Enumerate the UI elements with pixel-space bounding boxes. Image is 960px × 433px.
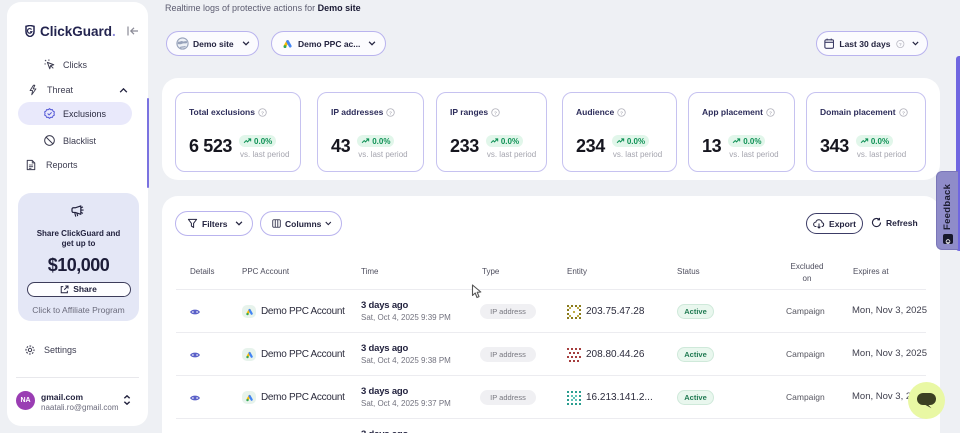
svg-text:?: ?: [899, 41, 902, 47]
svg-text:?: ?: [769, 110, 772, 116]
svg-text:?: ?: [620, 110, 623, 116]
svg-text:?: ?: [494, 110, 497, 116]
svg-text:?: ?: [902, 110, 905, 116]
svg-text:?: ?: [389, 110, 392, 116]
svg-text:?: ?: [261, 110, 264, 116]
